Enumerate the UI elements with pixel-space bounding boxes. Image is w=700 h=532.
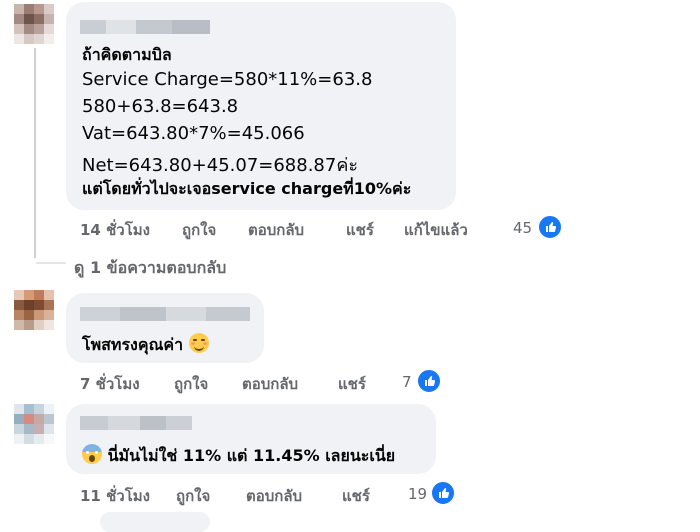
timestamp[interactable]: 14 ชั่วโมง [80, 218, 150, 242]
author-name-blurred[interactable] [80, 20, 210, 34]
reply-button[interactable]: ตอบกลับ [246, 484, 302, 508]
comment-actions: 7 ชั่วโมง ถูกใจ ตอบกลับ แชร์ [80, 372, 400, 393]
reply-button[interactable]: ตอบกลับ [248, 218, 304, 242]
like-reaction-icon[interactable] [537, 214, 563, 240]
comment-bubble: ถ้าคิดตามบิล Service Charge=580*11%=63.8… [66, 2, 456, 210]
reaction-count[interactable]: 19 [408, 485, 427, 503]
timestamp[interactable]: 11 ชั่วโมง [80, 484, 150, 508]
like-button[interactable]: ถูกใจ [182, 218, 216, 242]
reaction-count[interactable]: 7 [402, 373, 412, 391]
comment-line: Service Charge=580*11%=63.8 [82, 69, 373, 90]
comment-bubble: นี่มันไม่ใช่ 11% แต่ 11.45% เลยนะเนี่ย [66, 404, 436, 474]
avatar[interactable] [14, 404, 54, 444]
author-name-blurred[interactable] [80, 416, 192, 430]
comment-line: Net=643.80+45.07=688.87ค่ะ [82, 155, 359, 176]
like-reaction-icon[interactable] [416, 368, 442, 394]
comment-line: แต่โดยทั่วไปจะเจอservice chargeที่10%ค่ะ [82, 179, 412, 198]
reply-button[interactable]: ตอบกลับ [242, 372, 298, 396]
avatar[interactable] [14, 4, 54, 44]
author-name-blurred[interactable] [80, 307, 250, 321]
like-button[interactable]: ถูกใจ [174, 372, 208, 396]
next-comment-bubble-partial [100, 512, 210, 532]
comment-actions: 14 ชั่วโมง ถูกใจ ตอบกลับ แชร์ แก้ไขแล้ว [80, 218, 500, 239]
thread-connector [34, 48, 36, 258]
reaction-count[interactable]: 45 [513, 219, 532, 237]
comment-bubble: โพสทรงคุณค่า [66, 293, 264, 363]
share-button[interactable]: แชร์ [342, 484, 370, 508]
comment-line: ถ้าคิดตามบิล [82, 45, 172, 64]
comment-line: Vat=643.80*7%=45.066 [82, 123, 305, 144]
like-reaction-icon[interactable] [430, 480, 456, 506]
smiling-face-icon [188, 333, 209, 353]
edited-label: แก้ไขแล้ว [404, 221, 468, 239]
share-button[interactable]: แชร์ [338, 372, 366, 396]
comment-line: 580+63.8=643.8 [82, 96, 239, 117]
like-button[interactable]: ถูกใจ [176, 484, 210, 508]
thread-connector-branch [36, 262, 66, 264]
comment-actions: 11 ชั่วโมง ถูกใจ ตอบกลับ แชร์ [80, 484, 400, 505]
view-replies-link[interactable]: ดู 1 ข้อความตอบกลับ [74, 256, 226, 281]
share-button[interactable]: แชร์ [346, 218, 374, 242]
avatar[interactable] [14, 290, 54, 330]
timestamp[interactable]: 7 ชั่วโมง [80, 372, 140, 396]
screaming-face-icon [82, 444, 102, 464]
comment-text: นี่มันไม่ใช่ 11% แต่ 11.45% เลยนะเนี่ย [82, 444, 395, 469]
comment-text: โพสทรงคุณค่า [82, 333, 209, 358]
